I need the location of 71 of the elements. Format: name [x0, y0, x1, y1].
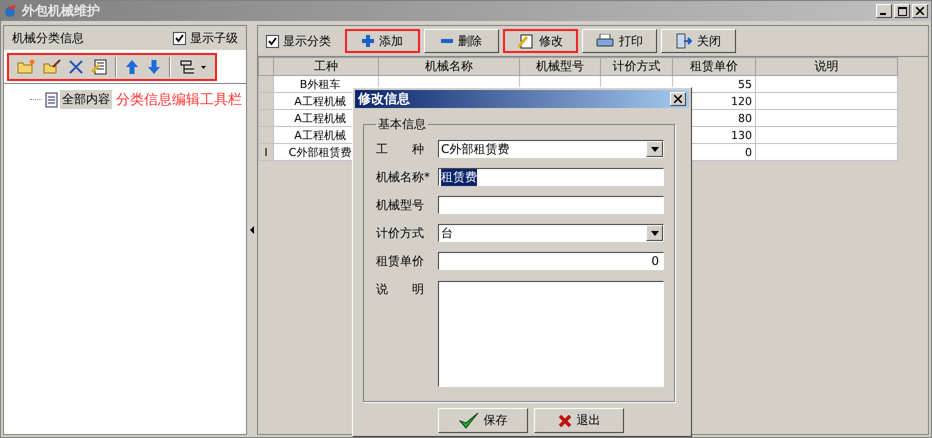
- print-button[interactable]: 打印: [582, 29, 657, 53]
- app-icon: [4, 4, 18, 18]
- close-button[interactable]: [670, 92, 686, 106]
- table-cell: 120: [731, 94, 752, 108]
- column-header[interactable]: 机械名称: [378, 58, 520, 76]
- arrow-up-icon[interactable]: [125, 59, 139, 75]
- table-cell: C外部租赁费: [288, 146, 352, 158]
- tree-layout-icon[interactable]: [179, 59, 207, 75]
- input-field[interactable]: 租赁费: [438, 168, 664, 186]
- field-label: 说 明: [376, 281, 425, 298]
- field-label: 计价方式: [376, 224, 425, 242]
- column-header[interactable]: 计价方式: [600, 58, 672, 76]
- cross-icon: [558, 414, 572, 428]
- document-edit-icon: [518, 33, 534, 49]
- exit-door-icon: [676, 33, 692, 49]
- exit-button[interactable]: 退出: [534, 408, 624, 433]
- show-category-checkbox[interactable]: 显示分类: [266, 32, 331, 50]
- input-field[interactable]: [438, 196, 664, 214]
- document-icon: [44, 92, 58, 108]
- folder-edit-icon[interactable]: [43, 59, 61, 75]
- maximize-icon: [898, 6, 906, 16]
- input-field[interactable]: 0: [438, 252, 664, 270]
- table-cell: 55: [738, 78, 752, 90]
- table-cell: A工程机械: [294, 128, 346, 142]
- table-cell: 0: [745, 146, 752, 158]
- dropdown-field[interactable]: 台: [438, 224, 664, 242]
- field-label: 机械型号: [376, 196, 425, 214]
- dropdown-field[interactable]: C外部租赁费: [438, 140, 664, 158]
- caret-icon: [650, 146, 658, 152]
- column-header[interactable]: 机械型号: [520, 58, 600, 76]
- printer-icon: [596, 34, 614, 48]
- annotation-text: 分类信息编辑工具栏: [116, 90, 242, 108]
- save-button[interactable]: 保存: [438, 408, 528, 433]
- plus-icon: [362, 35, 374, 47]
- column-header[interactable]: 工种: [274, 58, 378, 76]
- arrow-down-icon[interactable]: [147, 59, 161, 75]
- panel-title: 机械分类信息: [12, 30, 84, 46]
- checkmark-icon: [458, 412, 478, 430]
- remove-button[interactable]: 删除: [424, 29, 499, 53]
- close-button[interactable]: [912, 4, 928, 18]
- new-folder-icon[interactable]: [17, 59, 35, 75]
- show-children-checkbox[interactable]: 显示子级: [173, 30, 238, 46]
- close-icon: [916, 7, 924, 15]
- window-title: 外包机械维护: [22, 2, 100, 20]
- check-icon: [175, 34, 184, 42]
- check-icon: [268, 36, 277, 46]
- dialog-title: 修改信息: [358, 91, 410, 108]
- field-label: 工 种: [376, 140, 425, 158]
- document-edit-icon[interactable]: [91, 59, 107, 75]
- group-title: 基本信息: [377, 116, 427, 133]
- table-cell: 80: [738, 112, 752, 124]
- field-label: 机械名称*: [376, 168, 431, 186]
- minimize-button[interactable]: [876, 4, 892, 18]
- close-button[interactable]: 关闭: [661, 29, 736, 53]
- edit-button[interactable]: 修改: [503, 29, 578, 53]
- delete-icon[interactable]: [69, 60, 83, 74]
- table-cell: A工程机械: [294, 94, 346, 108]
- row-marker: I: [264, 146, 268, 158]
- maximize-button[interactable]: [894, 4, 910, 18]
- column-header[interactable]: 租赁单价: [672, 58, 756, 76]
- table-cell: A工程机械: [294, 112, 346, 124]
- table-cell: 130: [731, 128, 752, 142]
- add-button[interactable]: 添加: [345, 29, 420, 53]
- dropdown-button[interactable]: [646, 141, 663, 157]
- table-cell: B外租车: [300, 78, 340, 90]
- field-label: 租赁单价: [376, 252, 425, 270]
- caret-icon: [650, 230, 658, 236]
- column-header[interactable]: 说明: [756, 58, 898, 76]
- tree-item[interactable]: 全部内容: [60, 90, 112, 109]
- close-icon: [674, 95, 682, 103]
- dropdown-button[interactable]: [646, 225, 663, 241]
